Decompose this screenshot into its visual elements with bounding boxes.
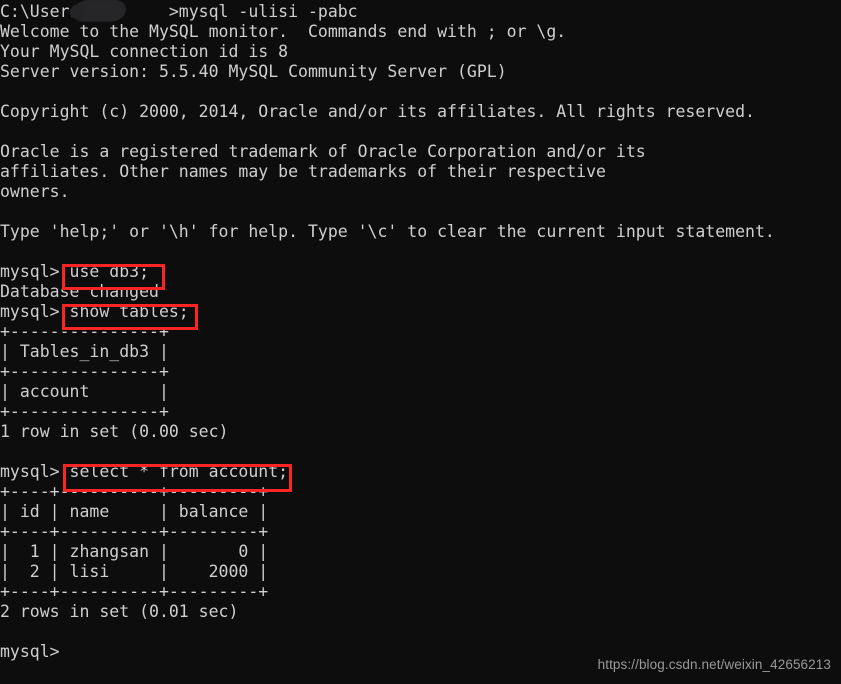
terminal-line: Server version: 5.5.40 MySQL Community S… bbox=[0, 62, 507, 81]
terminal-line: +---------------+ bbox=[0, 402, 169, 421]
terminal-line: +----+----------+---------+ bbox=[0, 522, 269, 541]
username-redaction-blob bbox=[70, 1, 124, 21]
terminal-line: mysql> show tables; bbox=[0, 302, 189, 321]
terminal-line: +----+----------+---------+ bbox=[0, 482, 269, 501]
terminal-line: 1 row in set (0.00 sec) bbox=[0, 422, 229, 441]
terminal-line: Your MySQL connection id is 8 bbox=[0, 42, 289, 61]
terminal-line: affiliates. Other names may be trademark… bbox=[0, 162, 606, 181]
terminal-line: | 2 | lisi | 2000 | bbox=[0, 562, 269, 581]
terminal-line: | account | bbox=[0, 382, 169, 401]
terminal-line: mysql> use db3; bbox=[0, 262, 150, 281]
terminal-line: | id | name | balance | bbox=[0, 502, 269, 521]
terminal-line: Oracle is a registered trademark of Orac… bbox=[0, 142, 646, 161]
terminal-line: | Tables_in_db3 | bbox=[0, 342, 169, 361]
terminal-window[interactable]: C:\Users\ >mysql -ulisi -pabc Welcome to … bbox=[0, 0, 841, 684]
terminal-line: 2 rows in set (0.01 sec) bbox=[0, 602, 239, 621]
terminal-line: Copyright (c) 2000, 2014, Oracle and/or … bbox=[0, 102, 755, 121]
terminal-line: Welcome to the MySQL monitor. Commands e… bbox=[0, 22, 567, 41]
terminal-line: +----+----------+---------+ bbox=[0, 582, 269, 601]
terminal-line: +---------------+ bbox=[0, 322, 169, 341]
terminal-line: mysql> select * from account; bbox=[0, 462, 289, 481]
terminal-line: Database changed bbox=[0, 282, 159, 301]
terminal-line: +---------------+ bbox=[0, 362, 169, 381]
watermark-text: https://blog.csdn.net/weixin_42656213 bbox=[597, 657, 831, 672]
terminal-line: owners. bbox=[0, 182, 70, 201]
terminal-line: | 1 | zhangsan | 0 | bbox=[0, 542, 269, 561]
terminal-line: Type 'help;' or '\h' for help. Type '\c'… bbox=[0, 222, 775, 241]
terminal-output: C:\Users\ >mysql -ulisi -pabc Welcome to … bbox=[0, 0, 775, 662]
